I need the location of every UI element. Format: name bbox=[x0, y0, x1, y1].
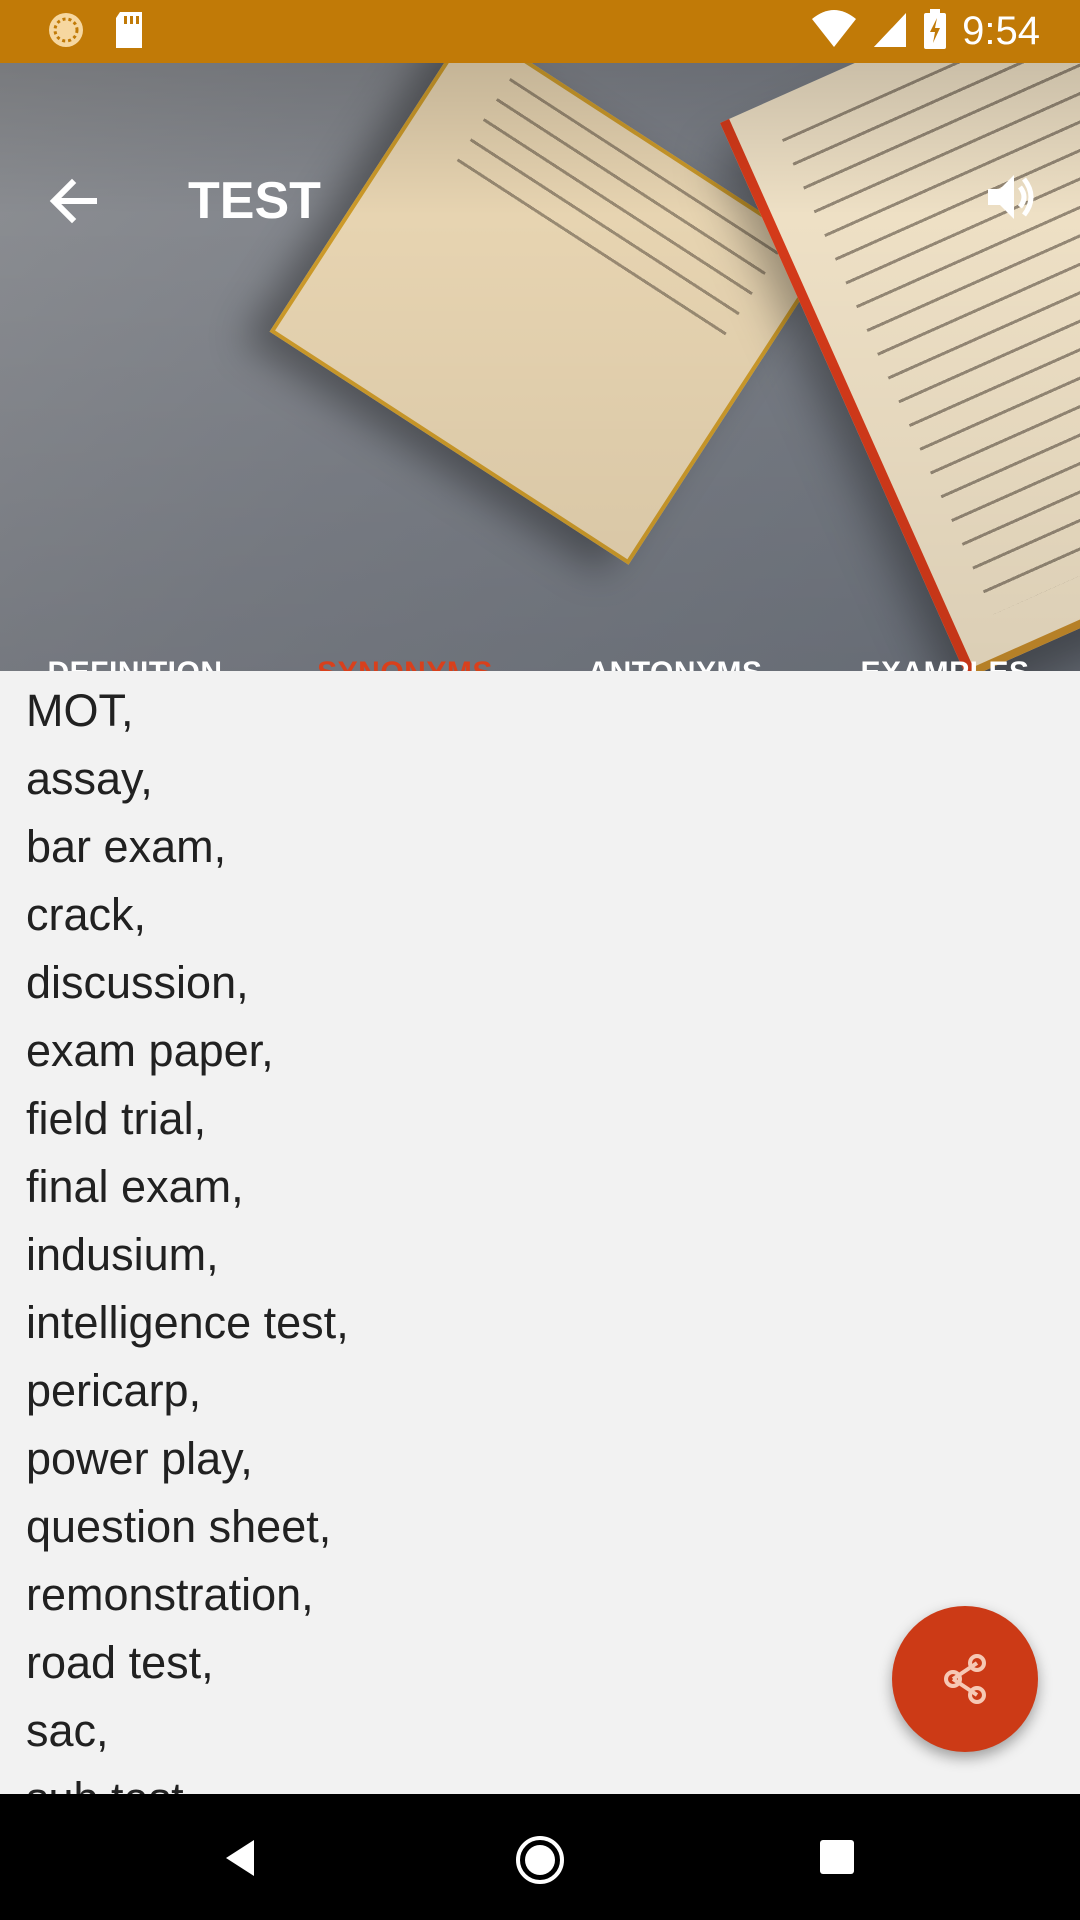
battery-charging-icon bbox=[922, 8, 948, 55]
list-item: question sheet, bbox=[26, 1501, 332, 1552]
list-item: bar exam, bbox=[26, 821, 227, 872]
back-triangle-icon bbox=[226, 1840, 254, 1876]
list-item: MOT, bbox=[26, 685, 134, 736]
list-item: discussion, bbox=[26, 957, 249, 1008]
list-item: field trial, bbox=[26, 1093, 207, 1144]
list-item: sub test, bbox=[26, 1769, 1080, 1794]
status-bar: 9:54 bbox=[0, 0, 1080, 63]
signal-icon bbox=[872, 9, 908, 54]
nav-recents-button[interactable] bbox=[814, 1834, 862, 1882]
list-item: final exam, bbox=[26, 1161, 244, 1212]
tab-bar: DEFINITION SYNONYMS ANTONYMS EXAMPLES bbox=[0, 631, 1080, 671]
home-circle-icon bbox=[516, 1836, 564, 1884]
list-item: crack, bbox=[26, 889, 147, 940]
navigation-bar bbox=[0, 1794, 1080, 1920]
clock: 9:54 bbox=[962, 9, 1040, 53]
page-title: TEST bbox=[188, 172, 321, 230]
arrow-back-icon bbox=[49, 178, 97, 224]
sync-icon bbox=[46, 10, 86, 55]
list-item: indusium, bbox=[26, 1229, 219, 1280]
tab-synonyms[interactable]: SYNONYMS bbox=[270, 631, 540, 671]
tab-definition[interactable]: DEFINITION bbox=[0, 631, 270, 671]
list-item: pericarp, bbox=[26, 1365, 202, 1416]
list-item: exam paper, bbox=[26, 1025, 274, 1076]
share-button[interactable] bbox=[892, 1606, 1038, 1752]
sd-card-icon bbox=[112, 10, 146, 55]
wifi-icon bbox=[810, 9, 858, 54]
list-item: power play, bbox=[26, 1433, 253, 1484]
list-item: assay, bbox=[26, 753, 153, 804]
recents-square-icon bbox=[820, 1840, 854, 1874]
back-button[interactable] bbox=[44, 171, 104, 231]
volume-up-icon bbox=[988, 175, 1034, 219]
tab-examples[interactable]: EXAMPLES bbox=[810, 631, 1080, 671]
pronounce-button[interactable] bbox=[982, 167, 1042, 227]
nav-back-button[interactable] bbox=[216, 1834, 264, 1882]
share-icon bbox=[944, 1654, 986, 1704]
header-banner: TEST DEFINITION SYNONYMS ANTONYMS EXAMPL… bbox=[0, 63, 1080, 671]
tab-antonyms[interactable]: ANTONYMS bbox=[540, 631, 810, 671]
book-image-front bbox=[720, 63, 1080, 671]
list-item: intelligence test, bbox=[26, 1297, 349, 1348]
nav-home-button[interactable] bbox=[514, 1834, 566, 1884]
